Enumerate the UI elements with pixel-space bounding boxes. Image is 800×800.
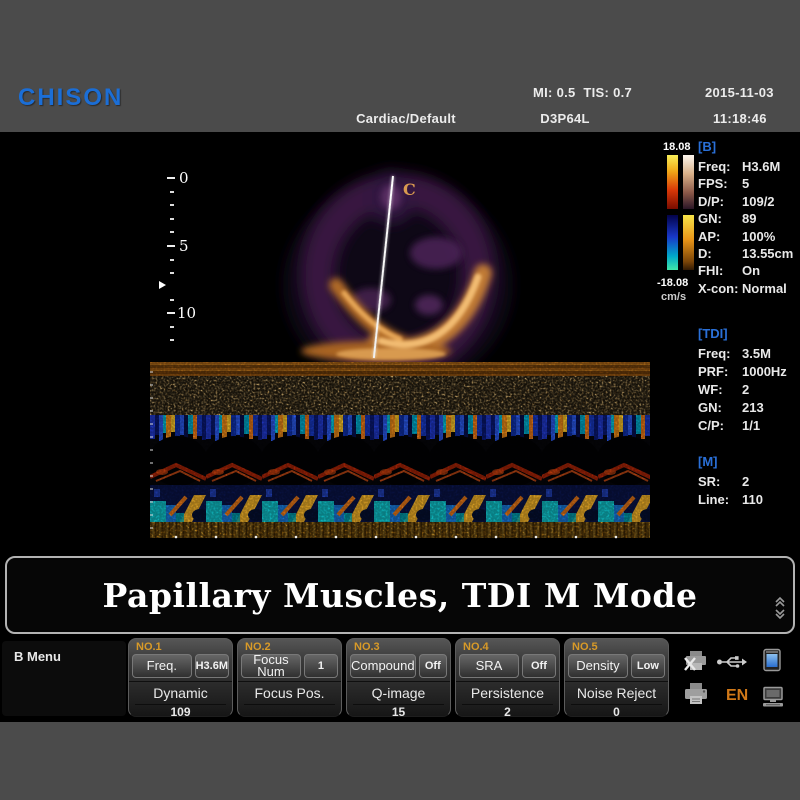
tdi-m-mode-trace [150,362,650,540]
softkey-panel-3[interactable]: NO.3 Compound Off Q-image 15 [346,638,451,717]
knob-function-label[interactable]: Dynamic [129,681,232,704]
annotation-text: Papillary Muscles, TDI M Mode [7,558,793,632]
tis-value: 0.7 [613,85,632,100]
mi-value: 0.5 [557,85,576,100]
b-mode-parameters: [B] Freq:H3.6M FPS:5 D/P:109/2 GN:89 AP:… [698,139,800,297]
knob-function-label[interactable]: Persistence [456,681,559,704]
softkey-button[interactable]: Freq. [132,654,192,678]
scroll-down-icon[interactable] [773,608,787,622]
tdi-parameters: [TDI] Freq:3.5M PRF:1000Hz WF:2 GN:213 C… [698,326,800,435]
b-mode-graymap-bar [683,155,694,209]
section-title-m: [M] [698,454,800,469]
system-time: 11:18:46 [713,111,767,126]
knob-value: 2 [462,704,553,719]
major-tick [167,245,175,247]
section-title-tdi: [TDI] [698,326,800,341]
b-mode-image [186,135,656,362]
b-menu-panel[interactable]: B Menu [2,641,126,716]
velocity-scale-unit: cm/s [661,291,686,303]
velocity-scale-max: 18.08 [663,141,691,153]
section-title-b: [B] [698,139,800,154]
m-mode-trace-graphic [150,362,650,540]
major-tick [167,312,175,314]
knob-value [244,704,335,719]
softkey-panel-4[interactable]: NO.4 SRA Off Persistence 2 [455,638,560,717]
m-line-label: C [403,180,416,199]
knob-value: 15 [353,704,444,719]
tdi-colorbar-positive [667,155,678,209]
major-tick [167,177,175,179]
softkey-button-value[interactable]: Off [522,654,556,678]
softkey-button-value[interactable]: H3.6M [195,654,229,678]
softkey-panel-2[interactable]: NO.2 Focus Num 1 Focus Pos. [237,638,342,717]
panel-number: NO.1 [129,639,232,653]
mi-label: MI: [533,85,553,100]
softkey-panel-5[interactable]: NO.5 Density Low Noise Reject 0 [564,638,669,717]
b-mode-echo-graphic [186,135,656,362]
panel-number: NO.2 [238,639,341,653]
system-date: 2015-11-03 [705,85,774,100]
ultrasound-screen: CHISON MI: 0.5 TIS: 0.7 2015-11-03 Cardi… [0,0,800,800]
softkey-button[interactable]: Compound [350,654,416,678]
knob-function-label[interactable]: Q-image [347,681,450,704]
softkey-button-value[interactable]: Off [419,654,447,678]
softkey-button[interactable]: Focus Num [241,654,301,678]
panel-number: NO.5 [565,639,668,653]
knob-value: 0 [571,704,662,719]
m-mode-parameters: [M] SR:2 Line:110 [698,454,800,509]
annotation-bar: Papillary Muscles, TDI M Mode [5,556,795,634]
softkey-button-value[interactable]: 1 [304,654,338,678]
knob-function-label[interactable]: Focus Pos. [238,681,341,704]
network-pc-icon [760,686,786,708]
tdi-colorbar-negative [667,215,678,270]
b-menu-label: B Menu [2,641,126,664]
softkey-button-value[interactable]: Low [631,654,665,678]
softkey-panel-1[interactable]: NO.1 Freq. H3.6M Dynamic 109 [128,638,233,717]
language-indicator: EN [726,687,748,705]
tis-label: TIS: [583,85,609,100]
exam-preset: Cardiac/Default [350,111,462,126]
storage-icon [762,648,782,672]
probe-model: D3P64L [515,111,615,126]
softkey-button[interactable]: SRA [459,654,519,678]
knob-value: 109 [135,704,226,719]
scroll-up-icon[interactable] [773,594,787,608]
brand-logo: CHISON [18,84,123,112]
acoustic-indices: MI: 0.5 TIS: 0.7 [533,85,632,100]
panel-number: NO.3 [347,639,450,653]
panel-number: NO.4 [456,639,559,653]
print-disabled-icon [683,650,709,672]
knob-function-label[interactable]: Noise Reject [565,681,668,704]
printer-icon [683,682,709,706]
usb-icon [716,654,748,670]
softkey-button[interactable]: Density [568,654,628,678]
focus-marker [159,281,166,289]
velocity-scale-min: -18.08 [657,277,688,289]
m-mode-colormap-bar [683,215,694,270]
